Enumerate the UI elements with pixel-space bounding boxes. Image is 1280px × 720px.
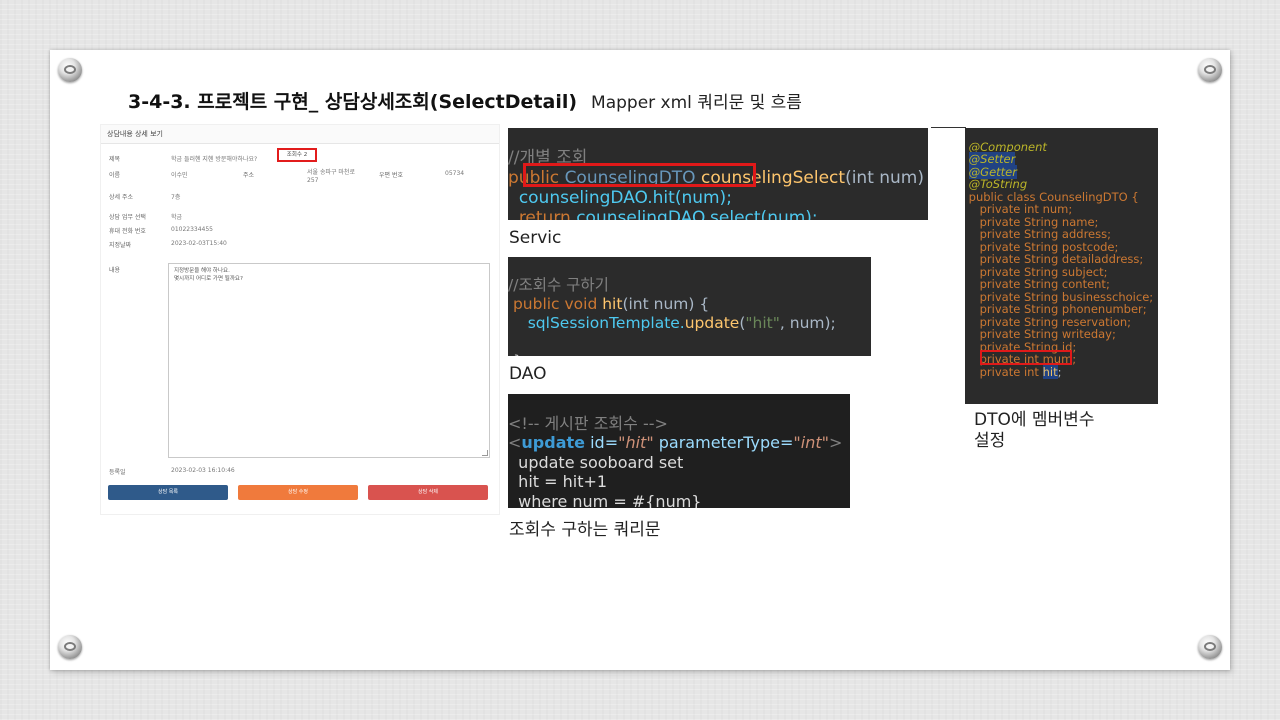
xml-id-attr: id= [585, 433, 619, 452]
xml-sql-line-3: where num = #{num} [518, 491, 702, 509]
dao-args-close: , num); [779, 314, 836, 332]
xml-sql-line-1: update sooboard set [518, 452, 684, 472]
dao-hit-string: "hit" [745, 314, 780, 332]
service-return-kw: return [518, 208, 577, 220]
dao-session-object: sqlSessionTemplate. [527, 314, 685, 332]
xml-caption: 조회수 구하는 쿼리문 [509, 520, 661, 540]
hit-count-highlight: 조회수 2 [277, 148, 317, 162]
content-label: 내용 [109, 267, 121, 274]
writeday-label: 등록일 [109, 469, 126, 476]
business-value: 학금 [171, 214, 183, 221]
divider-line [931, 127, 966, 128]
xml-tag-open: < [508, 433, 522, 452]
detail-address-label: 상세 주소 [109, 194, 133, 201]
xml-comment: <!-- 게시판 조회수 --> [508, 413, 668, 433]
xml-update-tag: update [521, 433, 585, 452]
writeday-value: 2023-02-03 16:10:46 [171, 467, 235, 474]
list-button[interactable]: 상담 목록 [108, 485, 228, 500]
dto-caption-line-1: DTO에 멤버변수 [974, 410, 1095, 430]
service-hit-call: counselingDAO.hit(num); [518, 188, 732, 208]
detail-form-screenshot: 상담내용 상세 보기 제목 학금 들러헨 지헨 방문해야하나요? 조회수 2 이… [100, 124, 500, 515]
phone-label: 휴대 전화 번호 [109, 228, 146, 235]
pushpin-top-right-icon [1198, 58, 1222, 82]
dto-hit-prefix: private int [979, 364, 1043, 379]
dao-caption: DAO [509, 364, 547, 384]
dao-update-call: update [684, 314, 740, 332]
slide-title: 3-4-3. 프로젝트 구현_ 상담상세조회(SelectDetail) Mapp… [128, 87, 802, 114]
xml-id-value: "hit" [618, 433, 654, 452]
dao-close-brace-1: } [513, 352, 523, 356]
detail-address-value: 7층 [171, 194, 181, 201]
postcode-label: 우편 번호 [379, 172, 403, 179]
reservation-label: 지정날짜 [109, 242, 132, 249]
form-header: 상담내용 상세 보기 [101, 125, 499, 144]
dto-field-list: private int num; private String name; pr… [965, 203, 1158, 366]
reservation-value: 2023-02-03T15:40 [171, 240, 227, 247]
service-method-params: (int num) { [845, 168, 925, 188]
delete-button[interactable]: 상담 삭제 [368, 485, 488, 500]
xml-parametertype-attr: parameterType= [653, 433, 794, 452]
dao-public-void-kw: public void [512, 295, 603, 313]
content-textarea[interactable]: 지정방문을 해야 하나요. 몇시까지 어디로 가면 될까요? [168, 263, 490, 458]
address-value: 서울 송파구 마천로 257 [307, 169, 355, 184]
subject-value: 학금 들러헨 지헨 방문해야하나요? [171, 156, 258, 163]
content-line-1: 지정방문을 해야 하나요. [174, 268, 230, 274]
service-select-call: counselingDAO.select(num); [576, 208, 818, 220]
xml-tag-close: > [828, 433, 843, 452]
dao-comment: //조회수 구하기 [508, 276, 609, 294]
name-value: 이수민 [171, 172, 188, 179]
name-label: 이름 [109, 172, 121, 179]
dto-hit-field: hit [1042, 364, 1058, 379]
dto-code-panel: @Component @Setter @Getter @ToString pub… [965, 128, 1158, 404]
dto-caption-line-2: 설정 [974, 431, 1006, 451]
subject-label: 제목 [109, 156, 121, 163]
dao-method-name: hit [602, 295, 623, 313]
dto-hit-highlight [980, 350, 1072, 365]
service-hit-highlight [523, 163, 756, 187]
dto-hit-suffix: ; [1057, 364, 1062, 379]
postcode-value: 05734 [445, 170, 465, 177]
xml-sql-line-2: hit = hit+1 [518, 472, 608, 491]
address-label: 주소 [243, 172, 255, 179]
slide-title-sub: Mapper xml 쿼리문 및 흐름 [591, 93, 802, 113]
service-code-panel: //개별 조회 public CounselingDTO counselingSe… [508, 128, 928, 220]
dto-close-brace: } [969, 402, 976, 404]
pushpin-top-left-icon [58, 58, 82, 82]
xml-parametertype-value: "int" [793, 433, 829, 452]
content-line-2: 몇시까지 어디로 가면 될까요? [174, 276, 243, 282]
dto-annotation-setter: @Setter [968, 152, 1016, 166]
resize-handle-icon[interactable] [482, 450, 488, 456]
business-label: 상담 업무 선택 [109, 214, 146, 221]
phone-value: 01022334455 [171, 226, 213, 233]
edit-button[interactable]: 상담 수정 [238, 485, 358, 500]
pushpin-bottom-right-icon [1198, 635, 1222, 659]
dto-caption: DTO에 멤버변수 설정 [974, 410, 1094, 452]
service-caption: Servic [509, 228, 562, 248]
dao-method-params: (int num) { [622, 295, 710, 313]
dao-code-panel: //조회수 구하기 public void hit(int num) { sql… [508, 257, 871, 356]
mapper-xml-panel: <!-- 게시판 조회수 --> <update id="hit" paramet… [508, 394, 850, 508]
pushpin-bottom-left-icon [58, 635, 82, 659]
slide-title-main: 3-4-3. 프로젝트 구현_ 상담상세조회(SelectDetail) [128, 91, 578, 113]
